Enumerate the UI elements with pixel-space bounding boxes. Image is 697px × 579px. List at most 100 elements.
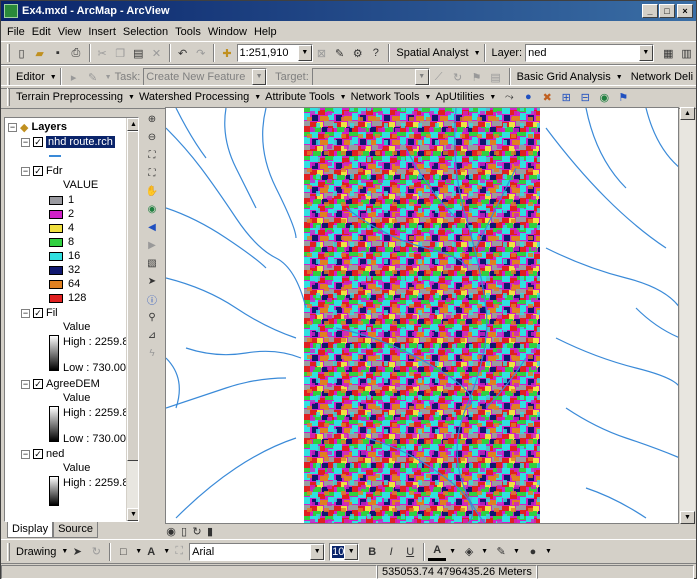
toc-layer-ned[interactable]: − ✓ ned <box>21 447 64 461</box>
toc-layer-fdr[interactable]: − ✓ Fdr <box>21 164 63 178</box>
find-icon[interactable]: ⚲ <box>144 309 160 325</box>
select-elements-icon[interactable]: ➤ <box>68 543 86 561</box>
chevron-down-icon[interactable]: ▼ <box>297 45 312 61</box>
watershed-processing-menu[interactable]: Watershed Processing <box>139 91 249 103</box>
close-button[interactable]: × <box>677 4 693 18</box>
layout-view-icon[interactable]: ▯ <box>178 525 190 538</box>
full-extent-icon[interactable]: ◉ <box>144 201 160 217</box>
scroll-down-icon[interactable]: ▼ <box>680 511 695 524</box>
menu-insert[interactable]: Insert <box>88 26 116 38</box>
pan-icon[interactable]: ✋ <box>144 183 160 199</box>
layer-fil-label[interactable]: Fil <box>46 307 58 319</box>
network-tools-menu[interactable]: Network Tools <box>351 91 420 103</box>
fill-color-icon[interactable]: ◈ <box>460 543 478 561</box>
whats-this-icon[interactable]: ? <box>367 44 384 62</box>
pause-drawing-icon[interactable]: ▮ <box>204 525 216 538</box>
scroll-thumb[interactable] <box>127 131 138 461</box>
rotate-tool-icon[interactable]: ↻ <box>449 68 467 86</box>
collapse-icon[interactable]: − <box>21 166 30 176</box>
rectangle-icon[interactable]: □ <box>114 543 132 561</box>
menu-help[interactable]: Help <box>254 26 277 38</box>
collapse-icon[interactable]: − <box>21 308 30 318</box>
network-icon[interactable]: ⊞ <box>557 88 575 106</box>
map-vertical-scrollbar[interactable]: ▲ ▼ <box>680 107 695 524</box>
sketch-properties-icon[interactable]: ▤ <box>487 68 505 86</box>
attributes-icon[interactable]: ⚑ <box>468 68 486 86</box>
chevron-down-icon[interactable]: ▼ <box>474 50 481 57</box>
layer-visibility-checkbox[interactable]: ✓ <box>33 166 43 176</box>
toolbar-grip[interactable] <box>7 44 10 62</box>
marker-color-icon[interactable]: ● <box>524 543 542 561</box>
cut-icon[interactable]: ✂ <box>94 44 111 62</box>
font-size-combo[interactable]: 10 ▼ <box>329 542 360 561</box>
task-combo[interactable]: Create New Feature ▼ <box>143 68 268 86</box>
chevron-down-icon[interactable]: ▼ <box>481 548 488 555</box>
fdr-class-swatch[interactable] <box>49 195 63 205</box>
toolbar-grip[interactable] <box>7 68 10 86</box>
batch-point-icon[interactable]: ✖ <box>538 88 556 106</box>
target-combo[interactable]: ▼ <box>311 68 430 86</box>
toolbar-grip[interactable] <box>7 88 10 106</box>
bold-icon[interactable]: B <box>363 543 381 561</box>
fixed-zoom-in-icon[interactable]: ⛶ <box>144 147 160 163</box>
fixed-zoom-out-icon[interactable]: ⛶ <box>144 165 160 181</box>
fdr-class-swatch[interactable] <box>49 279 63 289</box>
chevron-down-icon[interactable]: ▼ <box>344 543 359 560</box>
basic-grid-analysis-menu[interactable]: Basic Grid Analysis <box>517 71 611 83</box>
collapse-icon[interactable]: − <box>21 137 30 147</box>
underline-icon[interactable]: U <box>401 543 419 561</box>
new-text-icon[interactable]: A <box>142 543 160 561</box>
rotate-icon[interactable]: ↻ <box>87 543 105 561</box>
edit-vertices-icon[interactable]: ⛶ <box>170 543 188 561</box>
chevron-down-icon[interactable]: ▼ <box>163 548 170 555</box>
italic-icon[interactable]: I <box>382 543 400 561</box>
new-document-icon[interactable]: ▯ <box>13 44 30 62</box>
raster-calculator-icon[interactable]: ▦ <box>660 44 677 62</box>
layer-ned-label[interactable]: ned <box>46 448 64 460</box>
layer-fdr-label[interactable]: Fdr <box>46 165 63 177</box>
menu-file[interactable]: File <box>7 26 25 38</box>
chevron-down-icon[interactable]: ▼ <box>340 94 347 101</box>
chevron-down-icon[interactable]: ▼ <box>50 74 57 81</box>
chevron-down-icon[interactable]: ▼ <box>61 548 68 555</box>
measure-icon[interactable]: ⊿ <box>144 327 160 343</box>
select-features-icon[interactable]: ▧ <box>144 255 160 271</box>
aputilities-menu[interactable]: ApUtilities <box>435 91 484 103</box>
chevron-down-icon[interactable]: ▼ <box>254 94 261 101</box>
select-elements-icon[interactable]: ➤ <box>144 273 160 289</box>
add-data-icon[interactable]: ✚ <box>218 44 235 62</box>
arctoolbox-icon[interactable]: ✎ <box>331 44 348 62</box>
undo-icon[interactable]: ↶ <box>174 44 191 62</box>
layer-visibility-checkbox[interactable]: ✓ <box>33 137 43 147</box>
redo-icon[interactable]: ↷ <box>192 44 209 62</box>
collapse-icon[interactable]: − <box>21 379 30 389</box>
toolbar-grip[interactable] <box>7 542 10 561</box>
globe-icon[interactable]: ◉ <box>595 88 613 106</box>
menu-view[interactable]: View <box>58 26 82 38</box>
chevron-down-icon[interactable]: ▼ <box>616 74 623 81</box>
minimize-button[interactable]: _ <box>642 4 658 18</box>
toc-root[interactable]: − ◆ Layers <box>8 120 67 134</box>
back-extent-icon[interactable]: ◀ <box>144 219 160 235</box>
scroll-up-icon[interactable]: ▲ <box>680 107 695 120</box>
edit-tool-icon[interactable]: ▸ <box>65 68 83 86</box>
scroll-up-icon[interactable]: ▲ <box>127 118 138 131</box>
layer-visibility-checkbox[interactable]: ✓ <box>33 449 43 459</box>
map-canvas[interactable] <box>166 108 679 524</box>
refresh-icon[interactable]: ↻ <box>191 525 203 538</box>
split-tool-icon[interactable]: ⟋ <box>430 68 448 86</box>
scroll-down-icon[interactable]: ▼ <box>127 508 138 521</box>
assign-id-icon[interactable]: ⊟ <box>576 88 594 106</box>
toc-layer-agreedem[interactable]: − ✓ AgreeDEM <box>21 377 100 391</box>
chevron-down-icon[interactable]: ▼ <box>449 548 456 555</box>
line-color-icon[interactable]: ✎ <box>492 543 510 561</box>
layer-visibility-checkbox[interactable]: ✓ <box>33 308 43 318</box>
fdr-class-swatch[interactable] <box>49 293 63 303</box>
terrain-preprocessing-menu[interactable]: Terrain Preprocessing <box>16 91 123 103</box>
point-delineation-icon[interactable]: ● <box>519 88 537 106</box>
forward-extent-icon[interactable]: ▶ <box>144 237 160 253</box>
zoom-out-icon[interactable]: ⊖ <box>144 129 160 145</box>
tab-display[interactable]: Display <box>7 522 54 538</box>
font-combo[interactable]: Arial ▼ <box>189 542 326 561</box>
save-icon[interactable]: ▪ <box>49 44 66 62</box>
